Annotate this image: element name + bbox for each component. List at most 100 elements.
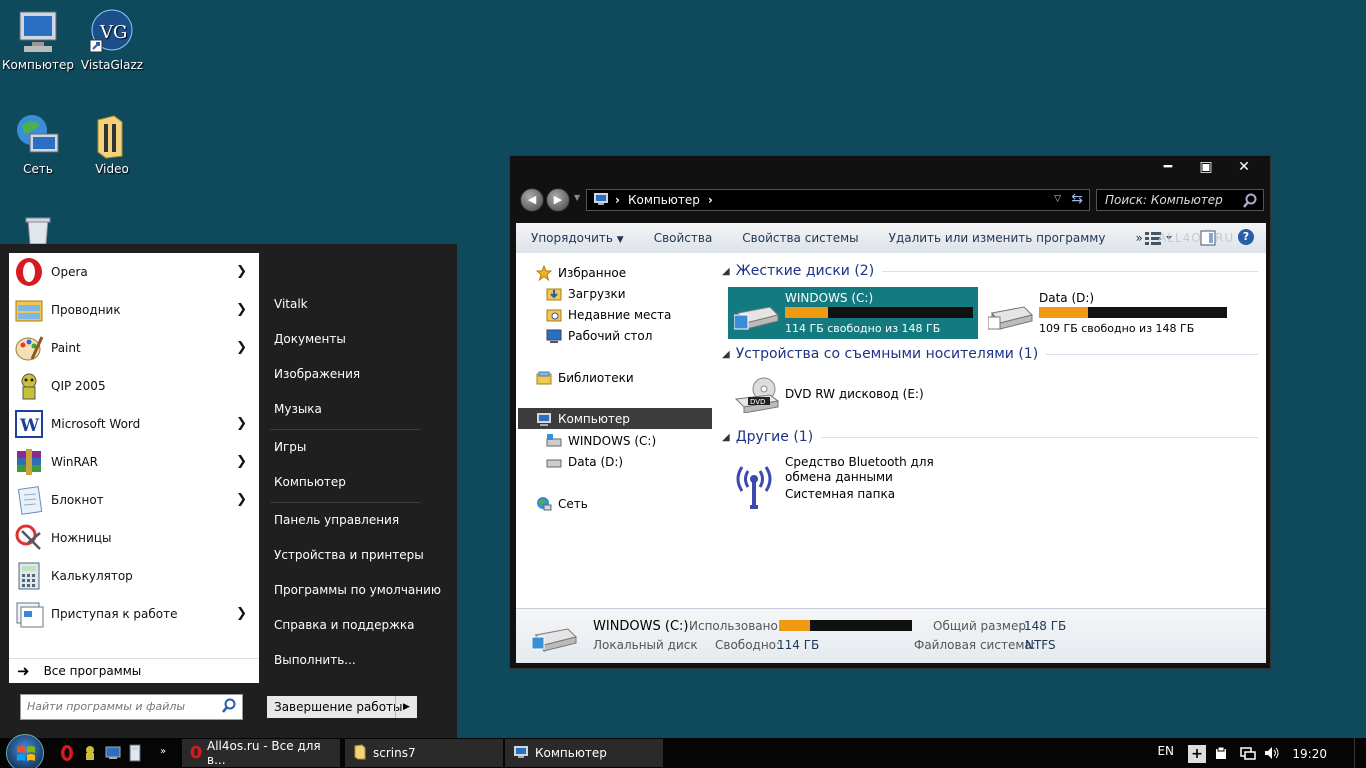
collapse-icon[interactable]: ◢ — [722, 349, 730, 360]
start-search-input[interactable] — [27, 695, 217, 717]
forward-button[interactable]: ▶ — [546, 188, 570, 212]
start-search-box[interactable] — [20, 694, 243, 720]
volume-icon[interactable] — [1264, 746, 1280, 763]
vistaglazz-icon: VG — [88, 8, 136, 56]
shutdown-options-icon[interactable]: ▶ — [395, 696, 417, 718]
bluetooth-tile[interactable]: Средство Bluetooth для обмена данными Си… — [728, 453, 988, 509]
clock[interactable]: 19:20 — [1292, 747, 1327, 761]
start-place-pictures[interactable]: Изображения — [274, 367, 360, 381]
help-icon[interactable]: ? — [1238, 229, 1254, 245]
group-header-removable[interactable]: ◢ Устройства со съемными носителями (1) — [722, 346, 1258, 362]
taskbar-task-computer[interactable]: Компьютер — [505, 739, 663, 767]
show-hidden-icons-button[interactable]: + — [1188, 745, 1206, 763]
search-icon[interactable] — [222, 698, 236, 717]
nav-libraries[interactable]: Библиотеки — [536, 370, 634, 386]
quicklaunch-more-icon[interactable]: » — [160, 746, 166, 757]
nav-downloads[interactable]: Загрузки — [546, 286, 626, 302]
collapse-icon[interactable]: ◢ — [722, 266, 730, 277]
start-place-documents[interactable]: Документы — [274, 332, 346, 346]
desktop-icon — [546, 328, 562, 344]
tray-device-icon[interactable] — [1214, 746, 1228, 763]
properties-button[interactable]: Свойства — [639, 231, 728, 245]
nav-drive-d[interactable]: Data (D:) — [546, 454, 623, 470]
all-programs-button[interactable]: ➜ Все программы — [9, 658, 259, 683]
taskbar-task-browser[interactable]: All4os.ru - Все для в... — [182, 739, 340, 767]
maximize-icon[interactable]: ▣ — [1196, 159, 1216, 175]
preview-pane-icon[interactable] — [1200, 230, 1216, 249]
nav-network[interactable]: Сеть — [536, 496, 588, 512]
group-header-other[interactable]: ◢ Другие (1) — [722, 429, 1258, 445]
nav-recent-places[interactable]: Недавние места — [546, 307, 671, 323]
quicklaunch-calculator-icon[interactable] — [129, 744, 141, 765]
start-item-winrar[interactable]: WinRAR ❯ — [9, 443, 259, 481]
start-place-games[interactable]: Игры — [274, 440, 306, 454]
start-item-opera[interactable]: Opera ❯ — [9, 253, 259, 291]
address-dropdown-icon[interactable]: ▽ — [1054, 194, 1061, 204]
history-dropdown-icon[interactable]: ▼ — [574, 193, 580, 202]
system-properties-button[interactable]: Свойства системы — [727, 231, 873, 245]
start-item-scissors[interactable]: Ножницы — [9, 519, 259, 557]
start-item-calculator[interactable]: Калькулятор — [9, 557, 259, 595]
collapse-icon[interactable]: ◢ — [722, 432, 730, 443]
chevron-right-icon[interactable]: › — [615, 193, 620, 207]
shutdown-button[interactable]: Завершение работы ▶ — [267, 696, 417, 718]
divider — [1046, 353, 1258, 355]
desktop-icon-vistaglazz[interactable]: VG VistaGlazz — [74, 8, 150, 72]
chevron-right-icon[interactable]: › — [708, 193, 713, 207]
chevron-right-icon: ❯ — [236, 454, 247, 469]
drive-d-tile[interactable]: Data (D:) 109 ГБ свободно из 148 ГБ — [982, 287, 1232, 339]
refresh-icon[interactable]: ⇆ — [1071, 191, 1083, 207]
desktop-icon-network[interactable]: Сеть — [0, 112, 76, 176]
start-item-qip[interactable]: QIP 2005 — [9, 367, 259, 405]
desktop-icon-recycle-bin[interactable] — [0, 214, 76, 246]
start-item-explorer[interactable]: Проводник ❯ — [9, 291, 259, 329]
drive-c-tile[interactable]: WINDOWS (C:) 114 ГБ свободно из 148 ГБ — [728, 287, 978, 339]
start-item-word[interactable]: W Microsoft Word ❯ — [9, 405, 259, 443]
language-indicator[interactable]: EN — [1157, 744, 1174, 758]
network-icon — [14, 112, 62, 160]
start-place-control-panel[interactable]: Панель управления — [274, 513, 399, 527]
close-icon[interactable]: ✕ — [1234, 159, 1254, 175]
nav-computer[interactable]: Компьютер — [536, 411, 630, 427]
start-menu: Opera ❯ Проводник ❯ Paint ❯ QIP 2005 W M… — [0, 244, 457, 738]
uninstall-program-button[interactable]: Удалить или изменить программу — [874, 231, 1121, 245]
start-place-user[interactable]: Vitalk — [274, 297, 308, 311]
network-status-icon[interactable] — [1240, 746, 1256, 763]
dvd-drive-tile[interactable]: DVD DVD RW дисковод (E:) — [728, 369, 978, 421]
start-place-devices-printers[interactable]: Устройства и принтеры — [274, 548, 424, 562]
start-item-notepad[interactable]: Блокнот ❯ — [9, 481, 259, 519]
nav-drive-c[interactable]: WINDOWS (C:) — [546, 433, 656, 449]
organize-button[interactable]: Упорядочить ▼ — [516, 231, 639, 245]
start-place-run[interactable]: Выполнить... — [274, 653, 356, 667]
back-button[interactable]: ◀ — [520, 188, 544, 212]
start-place-computer[interactable]: Компьютер — [274, 475, 346, 489]
drive-name: DVD RW дисковод (E:) — [785, 387, 924, 401]
quicklaunch-qip-icon[interactable] — [83, 745, 97, 764]
explorer-search-box[interactable]: Поиск: Компьютер — [1096, 189, 1264, 211]
details-fs-value: NTFS — [1025, 638, 1056, 652]
start-button[interactable] — [6, 734, 44, 768]
nav-desktop[interactable]: Рабочий стол — [546, 328, 652, 344]
start-place-music[interactable]: Музыка — [274, 402, 322, 416]
address-bar[interactable]: › Компьютер › ▽ ⇆ — [586, 189, 1090, 211]
start-place-default-programs[interactable]: Программы по умолчанию — [274, 583, 441, 597]
quicklaunch-desktop-icon[interactable] — [105, 746, 121, 763]
desktop-icon-video[interactable]: Video — [74, 112, 150, 176]
arrow-right-icon: ▶ — [553, 193, 563, 206]
taskbar-task-scrins[interactable]: scrins7 — [345, 739, 503, 767]
address-segment[interactable]: Компьютер — [628, 193, 700, 207]
start-place-help[interactable]: Справка и поддержка — [274, 618, 415, 632]
chevron-right-icon: ❯ — [236, 606, 247, 621]
start-item-getting-started[interactable]: Приступая к работе ❯ — [9, 595, 259, 633]
nav-favorites[interactable]: Избранное — [535, 264, 626, 282]
show-desktop-button[interactable] — [1354, 738, 1366, 768]
search-icon[interactable] — [1243, 193, 1257, 212]
minimize-icon[interactable]: ━ — [1158, 159, 1178, 175]
details-usage-bar — [779, 620, 912, 631]
start-item-paint[interactable]: Paint ❯ — [9, 329, 259, 367]
computer-icon — [513, 745, 529, 762]
desktop-icon-computer[interactable]: Компьютер — [0, 8, 76, 72]
navigation-bar: ◀ ▶ ▼ › Компьютер › ▽ ⇆ Поиск: Компьютер — [518, 186, 1264, 214]
quicklaunch-opera-icon[interactable] — [60, 744, 74, 765]
group-header-hard-drives[interactable]: ◢ Жесткие диски (2) — [722, 263, 1258, 279]
